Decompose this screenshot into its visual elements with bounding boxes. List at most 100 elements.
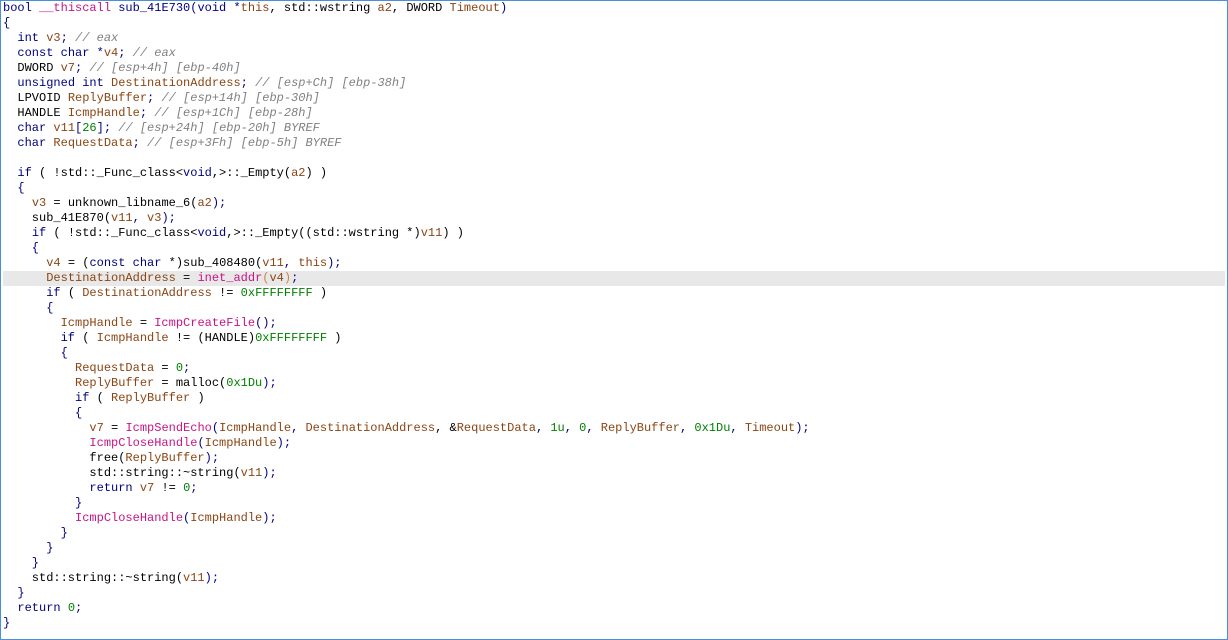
code-token: ); — [161, 211, 175, 225]
code-token: RequestData — [53, 136, 132, 150]
decompiler-view[interactable]: bool __thiscall sub_41E730(void *this, s… — [0, 0, 1228, 640]
code-token: ( — [212, 421, 219, 435]
code-token: // [esp+3Fh] [ebp-5h] BYREF — [147, 136, 341, 150]
code-token — [3, 481, 89, 495]
code-token: return — [89, 481, 132, 495]
code-token: a2 — [378, 1, 392, 15]
code-token: = unknown_libname_6( — [46, 196, 197, 210]
code-line[interactable]: } — [3, 526, 1225, 541]
code-token: 0x1Du — [226, 376, 262, 390]
code-token: ( — [75, 331, 97, 345]
code-token: v11 — [53, 121, 75, 135]
code-line[interactable]: } — [3, 586, 1225, 601]
code-token: 26 — [82, 121, 96, 135]
code-line[interactable]: IcmpCloseHandle(IcmpHandle); — [3, 436, 1225, 451]
code-token: ); — [277, 436, 291, 450]
code-line[interactable]: free(ReplyBuffer); — [3, 451, 1225, 466]
code-token: IcmpHandle — [61, 316, 133, 330]
code-line[interactable]: int v3; // eax — [3, 31, 1225, 46]
code-line[interactable]: return 0; — [3, 601, 1225, 616]
code-token: , — [680, 421, 694, 435]
code-token: ; — [183, 361, 190, 375]
code-token: { — [3, 346, 68, 360]
code-line[interactable] — [3, 151, 1225, 166]
code-line[interactable]: if ( ReplyBuffer ) — [3, 391, 1225, 406]
code-token: v3 — [46, 31, 60, 45]
code-line[interactable]: return v7 != 0; — [3, 481, 1225, 496]
code-line[interactable]: } — [3, 496, 1225, 511]
code-line[interactable]: if ( !std::_Func_class<void,>::_Empty((s… — [3, 226, 1225, 241]
code-line[interactable]: HANDLE IcmpHandle; // [esp+1Ch] [ebp-28h… — [3, 106, 1225, 121]
code-token: a2 — [197, 196, 211, 210]
code-line[interactable]: DestinationAddress = inet_addr(v4); — [3, 271, 1225, 286]
code-line[interactable]: if ( DestinationAddress != 0xFFFFFFFF ) — [3, 286, 1225, 301]
code-line[interactable]: if ( IcmpHandle != (HANDLE)0xFFFFFFFF ) — [3, 331, 1225, 346]
code-token: v7 — [89, 421, 103, 435]
code-token: ( !std::_Func_class< — [46, 226, 197, 240]
code-token: { — [3, 16, 10, 30]
code-token: } — [3, 526, 68, 540]
code-token — [3, 151, 10, 165]
code-token: { — [3, 301, 53, 315]
code-token: ); — [205, 451, 219, 465]
code-line[interactable]: v4 = (const char *)sub_408480(v11, this)… — [3, 256, 1225, 271]
code-line[interactable]: std::string::~string(v11); — [3, 571, 1225, 586]
code-line[interactable]: LPVOID ReplyBuffer; // [esp+14h] [ebp-30… — [3, 91, 1225, 106]
code-line[interactable]: char RequestData; // [esp+3Fh] [ebp-5h] … — [3, 136, 1225, 151]
code-line[interactable]: } — [3, 616, 1225, 631]
code-token: Timeout — [450, 1, 500, 15]
code-token: // [esp+4h] [ebp-40h] — [89, 61, 240, 75]
code-token: v11 — [262, 256, 284, 270]
code-line[interactable]: std::string::~string(v11); — [3, 466, 1225, 481]
code-token: ); — [262, 511, 276, 525]
code-line[interactable]: bool __thiscall sub_41E730(void *this, s… — [3, 1, 1225, 16]
code-token: IcmpCloseHandle — [75, 511, 183, 525]
code-token — [3, 421, 89, 435]
code-line[interactable]: { — [3, 301, 1225, 316]
code-token: 0xFFFFFFFF — [241, 286, 313, 300]
code-token: this — [298, 256, 327, 270]
code-listing[interactable]: bool __thiscall sub_41E730(void *this, s… — [1, 1, 1227, 631]
code-line[interactable]: DWORD v7; // [esp+4h] [ebp-40h] — [3, 61, 1225, 76]
code-line[interactable]: { — [3, 241, 1225, 256]
code-line[interactable]: IcmpHandle = IcmpCreateFile(); — [3, 316, 1225, 331]
code-token: if — [61, 331, 75, 345]
code-line[interactable]: ReplyBuffer = malloc(0x1Du); — [3, 376, 1225, 391]
code-token: IcmpSendEcho — [125, 421, 211, 435]
code-line[interactable]: v7 = IcmpSendEcho(IcmpHandle, Destinatio… — [3, 421, 1225, 436]
code-token: { — [3, 406, 82, 420]
code-token: , DWORD — [392, 1, 450, 15]
code-line[interactable]: { — [3, 181, 1225, 196]
code-token: } — [3, 586, 25, 600]
code-line[interactable]: RequestData = 0; — [3, 361, 1225, 376]
code-token: ) — [190, 391, 204, 405]
code-line[interactable]: const char *v4; // eax — [3, 46, 1225, 61]
code-line[interactable]: v3 = unknown_libname_6(a2); — [3, 196, 1225, 211]
code-token: ; — [241, 76, 255, 90]
code-token: void — [197, 226, 226, 240]
code-token — [104, 76, 111, 90]
code-token: __thiscall — [32, 1, 118, 15]
code-token: const char — [17, 46, 89, 60]
code-token: ); — [212, 196, 226, 210]
code-line[interactable]: IcmpCloseHandle(IcmpHandle); — [3, 511, 1225, 526]
code-line[interactable]: sub_41E870(v11, v3); — [3, 211, 1225, 226]
code-line[interactable]: char v11[26]; // [esp+24h] [ebp-20h] BYR… — [3, 121, 1225, 136]
code-line[interactable]: } — [3, 541, 1225, 556]
code-line[interactable]: { — [3, 346, 1225, 361]
code-token: v4 — [269, 271, 283, 285]
code-token: , — [586, 421, 600, 435]
code-token: ReplyBuffer — [601, 421, 680, 435]
code-line[interactable]: { — [3, 16, 1225, 31]
code-token: DestinationAddress — [82, 286, 212, 300]
code-line[interactable]: { — [3, 406, 1225, 421]
code-token: a2 — [291, 166, 305, 180]
code-line[interactable]: unsigned int DestinationAddress; // [esp… — [3, 76, 1225, 91]
code-token: ); — [205, 571, 219, 585]
code-line[interactable]: } — [3, 556, 1225, 571]
code-token: v11 — [183, 571, 205, 585]
code-token: if — [75, 391, 89, 405]
code-line[interactable]: if ( !std::_Func_class<void,>::_Empty(a2… — [3, 166, 1225, 181]
code-token: ( — [61, 286, 83, 300]
code-token: 0xFFFFFFFF — [255, 331, 327, 345]
